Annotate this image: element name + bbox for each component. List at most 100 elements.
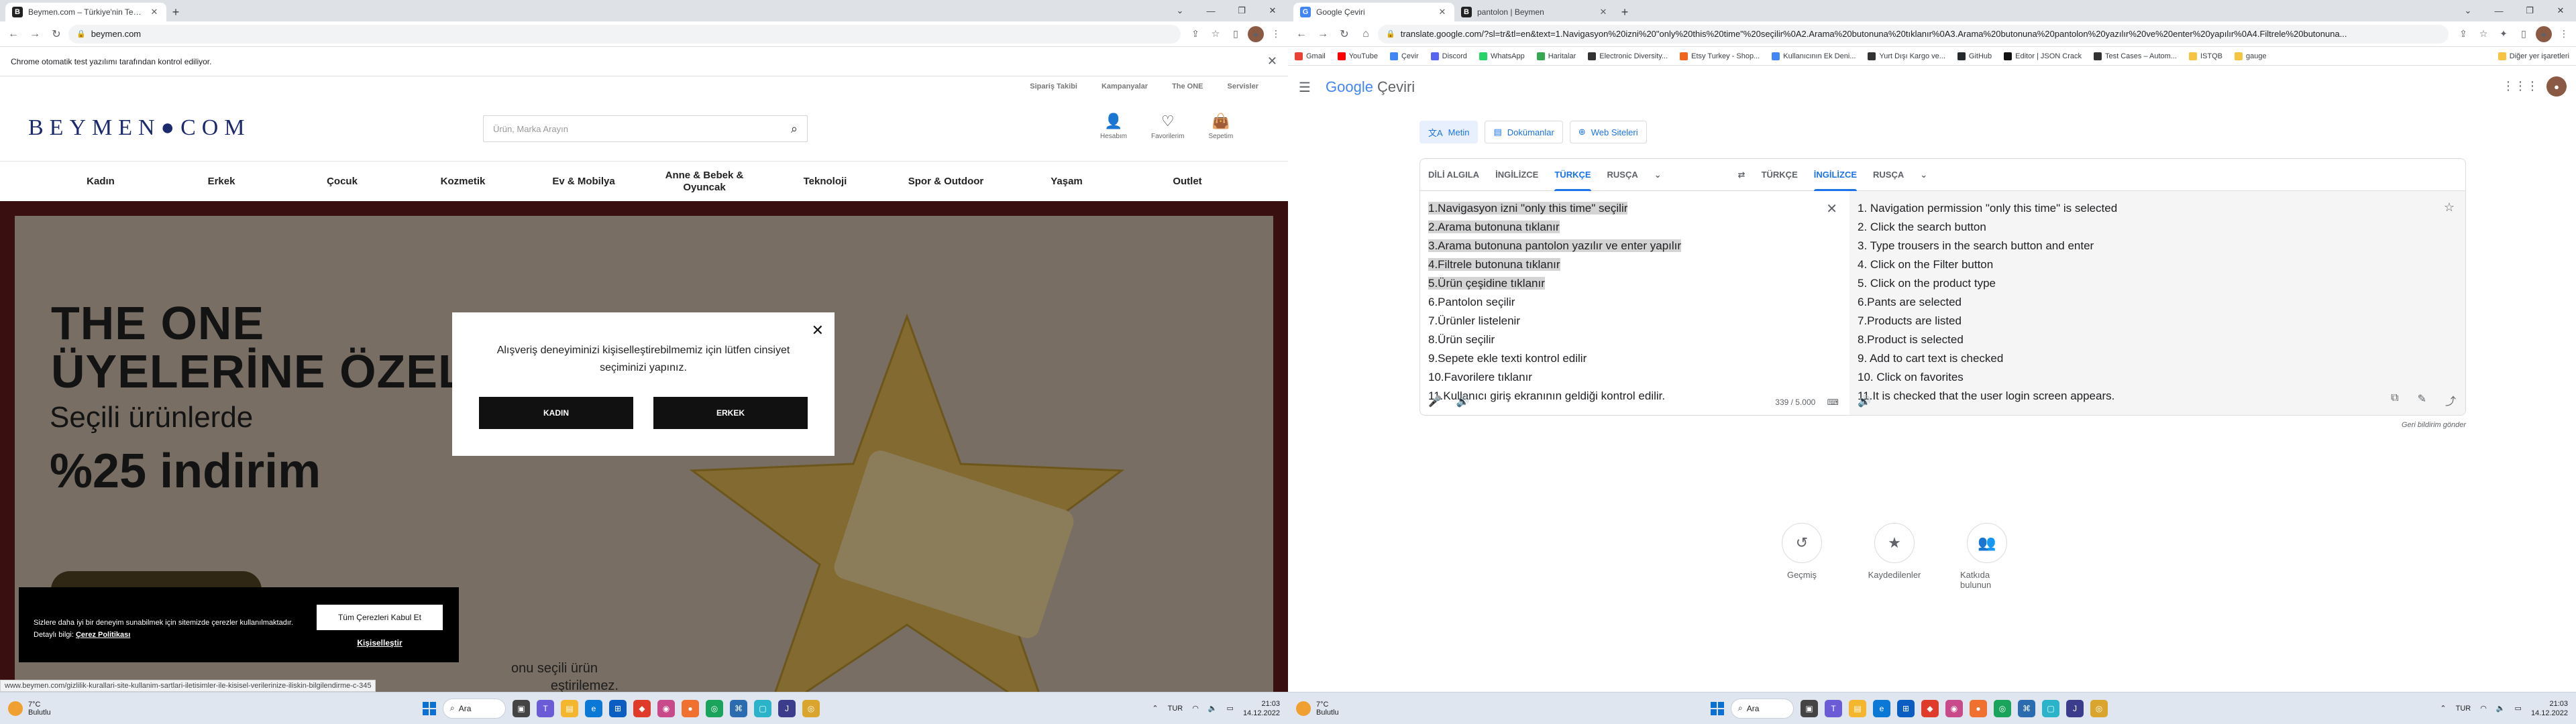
wifi-icon[interactable]: ◠ <box>1192 704 1199 713</box>
history-button[interactable]: ↺ Geçmiş <box>1775 523 1829 590</box>
store-icon[interactable]: ⊞ <box>1897 699 1915 717</box>
apps-grid-icon[interactable]: ⋮⋮⋮ <box>2502 79 2538 93</box>
bookmark-item[interactable]: WhatsApp <box>1479 52 1525 60</box>
male-button[interactable]: ERKEK <box>653 397 808 429</box>
minimize-icon[interactable]: — <box>2483 0 2514 21</box>
share-icon[interactable]: ⤴ <box>2445 392 2456 408</box>
wifi-icon[interactable]: ◠ <box>2480 704 2487 713</box>
beymen-logo[interactable]: BEYMEN●COM <box>28 115 251 141</box>
chevron-up-icon[interactable]: ⌃ <box>1152 704 1158 713</box>
chrome-icon[interactable]: ◎ <box>2090 699 2108 717</box>
teams-icon[interactable]: T <box>1825 699 1842 717</box>
nav-item[interactable]: Erkek <box>161 176 282 188</box>
google-translate-logo[interactable]: Google Çeviri <box>1326 78 1415 96</box>
volume-icon[interactable]: 🔈 <box>2496 704 2506 713</box>
app-icon[interactable]: ▢ <box>2042 699 2059 717</box>
tab-google-translate[interactable]: G Google Çeviri ✕ <box>1293 3 1454 21</box>
forward-icon[interactable]: → <box>25 25 44 44</box>
top-link[interactable]: The ONE <box>1172 82 1203 90</box>
search-input[interactable]: Ürün, Marka Arayın ⌕ <box>483 115 808 142</box>
bookmark-item[interactable]: Yurt Dışı Kargo ve... <box>1868 52 1945 60</box>
mode-websites[interactable]: ⊕ Web Siteleri <box>1569 121 1647 143</box>
bookmark-item[interactable]: Editor | JSON Crack <box>2004 52 2082 60</box>
cart-button[interactable]: 👜 Sepetim <box>1208 114 1233 141</box>
mode-documents[interactable]: ▤ Dokümanlar <box>1485 121 1563 143</box>
close-infobar-icon[interactable]: ✕ <box>1267 54 1277 68</box>
nav-item[interactable]: Kozmetik <box>402 176 523 188</box>
battery-icon[interactable]: ▭ <box>2515 704 2522 713</box>
back-icon[interactable]: ← <box>4 25 23 44</box>
chevron-up-icon[interactable]: ⌃ <box>2440 704 2446 713</box>
avatar[interactable]: ● <box>2546 76 2567 97</box>
nav-item[interactable]: Teknoloji <box>765 176 885 188</box>
bookmark-item[interactable]: Etsy Turkey - Shop... <box>1680 52 1760 60</box>
close-icon[interactable]: ✕ <box>812 322 824 339</box>
bookmark-item[interactable]: gauge <box>2235 52 2267 60</box>
new-tab-button[interactable]: + <box>1615 3 1634 21</box>
tab-beymen[interactable]: B pantolon | Beymen ✕ <box>1454 3 1615 21</box>
src-lang-option[interactable]: RUSÇA <box>1599 159 1646 191</box>
feedback-link[interactable]: Geri bildirim gönder <box>2402 421 2466 429</box>
minimize-icon[interactable]: — <box>1195 0 1226 21</box>
bookmark-item[interactable]: Çevir <box>1389 52 1419 60</box>
language-indicator[interactable]: TUR <box>1168 705 1183 713</box>
bookmark-item[interactable]: ISTQB <box>2188 52 2222 60</box>
save-translation-star-icon[interactable]: ☆ <box>2444 200 2455 215</box>
dst-more-languages-icon[interactable]: ⌄ <box>1912 159 1935 191</box>
tab-beymen[interactable]: B Beymen.com – Türkiye'nin Tek C... ✕ <box>5 3 166 21</box>
chrome-icon[interactable]: ◎ <box>802 699 820 717</box>
bookmark-item[interactable]: Gmail <box>1295 52 1326 60</box>
nav-item[interactable]: Outlet <box>1127 176 1248 188</box>
tab-search-icon[interactable]: ⌄ <box>2453 0 2483 21</box>
nav-item[interactable]: Anne & Bebek & Oyuncak <box>644 170 765 194</box>
extensions-icon[interactable]: ✦ <box>2496 26 2512 42</box>
bookmark-item[interactable]: Discord <box>1430 52 1467 60</box>
menu-icon[interactable]: ⋮ <box>1268 26 1284 42</box>
listen-icon[interactable]: 🔊 <box>1456 395 1470 408</box>
reload-icon[interactable]: ↻ <box>47 25 66 44</box>
tab-search-icon[interactable]: ⌄ <box>1165 0 1195 21</box>
close-tab-icon[interactable]: ✕ <box>1598 7 1609 17</box>
menu-icon[interactable]: ⋮ <box>2556 26 2572 42</box>
app-icon[interactable]: ◆ <box>1921 699 1939 717</box>
favorites-button[interactable]: ♡ Favorilerim <box>1151 114 1184 141</box>
close-tab-icon[interactable]: ✕ <box>1437 7 1448 17</box>
home-icon[interactable]: ⌂ <box>1356 25 1375 44</box>
nav-item[interactable]: Ev & Mobilya <box>523 176 644 188</box>
reload-icon[interactable]: ↻ <box>1335 25 1354 44</box>
address-bar[interactable]: 🔒 beymen.com <box>68 24 1181 44</box>
chrome-icon[interactable]: ◎ <box>1994 699 2011 717</box>
sidebar-icon[interactable]: ▯ <box>2516 26 2532 42</box>
src-lang-option[interactable]: TÜRKÇE <box>1546 159 1599 191</box>
volume-icon[interactable]: 🔈 <box>1208 704 1218 713</box>
copy-icon[interactable]: ⧉ <box>2391 392 2398 408</box>
maximize-icon[interactable]: ❐ <box>1226 0 1257 21</box>
app-icon[interactable]: ▢ <box>754 699 771 717</box>
contribute-button[interactable]: 👥 Katkıda bulunun <box>1960 523 2014 590</box>
teams-icon[interactable]: T <box>537 699 554 717</box>
app-icon[interactable]: ◉ <box>657 699 675 717</box>
top-link[interactable]: Servisler <box>1228 82 1258 90</box>
chrome-icon[interactable]: ◎ <box>706 699 723 717</box>
nav-item[interactable]: Yaşam <box>1006 176 1127 188</box>
file-explorer-icon[interactable]: ▤ <box>1849 699 1866 717</box>
close-window-icon[interactable]: ✕ <box>2545 0 2576 21</box>
task-view-icon[interactable]: ▣ <box>513 699 530 717</box>
dst-lang-option[interactable]: İNGİLİZCE <box>1806 159 1865 191</box>
src-more-languages-icon[interactable]: ⌄ <box>1646 159 1670 191</box>
vscode-icon[interactable]: ⌘ <box>730 699 747 717</box>
profile-icon[interactable]: ● <box>2536 25 2552 42</box>
battery-icon[interactable]: ▭ <box>1227 704 1234 713</box>
swap-languages-icon[interactable]: ⇄ <box>1730 159 1754 191</box>
cookie-policy-link[interactable]: Çerez Politikası <box>76 631 130 639</box>
start-icon[interactable] <box>1711 701 1724 715</box>
dst-lang-option[interactable]: RUSÇA <box>1865 159 1912 191</box>
bookmark-item[interactable]: YouTube <box>1337 52 1378 60</box>
dst-lang-option[interactable]: TÜRKÇE <box>1754 159 1806 191</box>
search-icon[interactable]: ⌕ <box>791 122 798 136</box>
accept-cookies-button[interactable]: Tüm Çerezleri Kabul Et <box>317 605 443 630</box>
bookmark-item[interactable]: Electronic Diversity... <box>1588 52 1668 60</box>
other-bookmarks[interactable]: Diğer yer işaretleri <box>2498 52 2569 60</box>
bookmark-item[interactable]: GitHub <box>1957 52 1992 60</box>
top-link[interactable]: Sipariş Takibi <box>1030 82 1077 90</box>
